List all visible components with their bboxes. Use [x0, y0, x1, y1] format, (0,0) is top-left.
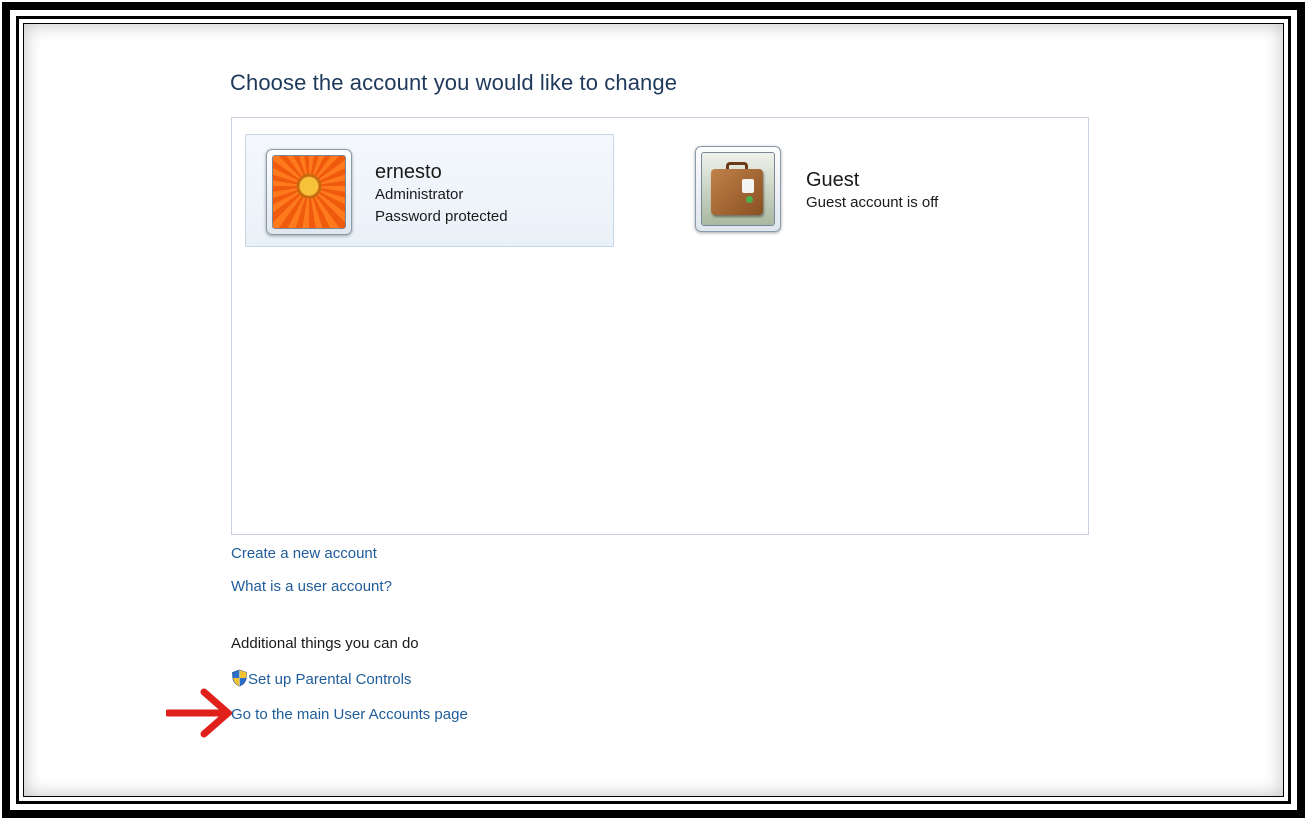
orange-flower-icon	[273, 156, 345, 228]
additional-section-title: Additional things you can do	[231, 635, 419, 652]
account-picture-guest	[695, 146, 781, 232]
accounts-panel: ernesto Administrator Password protected…	[231, 117, 1089, 535]
account-type: Administrator	[375, 186, 464, 203]
what-is-account-link[interactable]: What is a user account?	[231, 578, 392, 595]
create-account-link[interactable]: Create a new account	[231, 545, 377, 562]
account-info-ernesto: ernesto Administrator Password protected	[375, 160, 508, 228]
account-tile-ernesto[interactable]: ernesto Administrator Password protected	[245, 134, 614, 247]
account-password-status: Password protected	[375, 208, 508, 225]
account-picture-ernesto	[266, 149, 352, 235]
account-status: Guest account is off	[806, 194, 939, 211]
page-title: Choose the account you would like to cha…	[230, 70, 678, 95]
shield-icon	[232, 669, 247, 687]
account-info-guest: Guest Guest account is off	[806, 168, 938, 214]
main-user-accounts-link[interactable]: Go to the main User Accounts page	[231, 706, 468, 723]
account-name: Guest	[806, 169, 860, 191]
suitcase-icon	[702, 153, 774, 225]
account-name: ernesto	[375, 161, 442, 183]
red-arrow-icon	[166, 688, 234, 738]
account-tile-guest[interactable]: Guest Guest account is off	[692, 146, 1032, 241]
parental-controls-link[interactable]: Set up Parental Controls	[248, 671, 411, 688]
